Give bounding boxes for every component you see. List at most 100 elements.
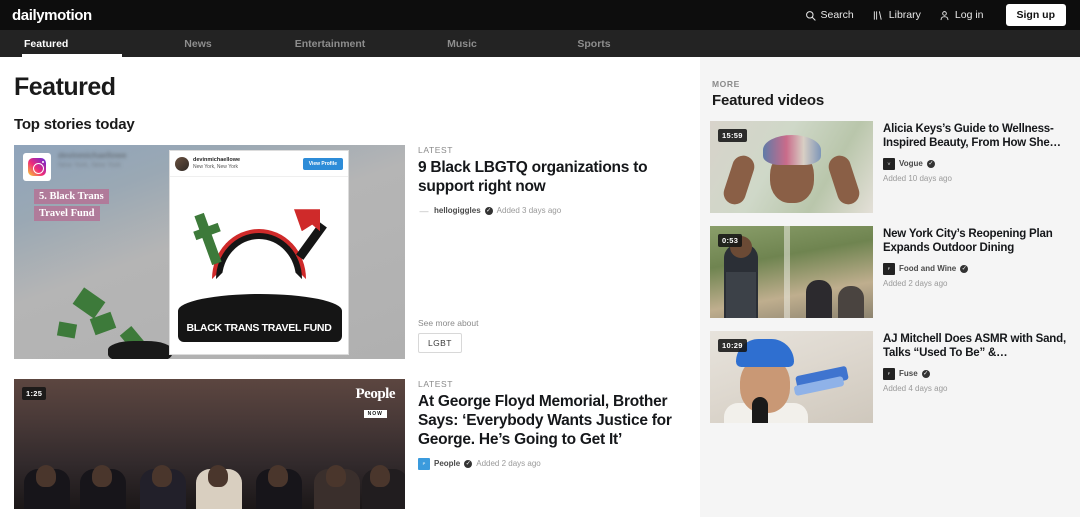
crowd-figure-head: [370, 465, 390, 487]
video-meta: F Fuse ✓: [883, 367, 1070, 380]
channel-name[interactable]: People: [434, 459, 460, 468]
thumbnail-overlay-caption: 5. Black Trans Travel Fund: [34, 189, 109, 221]
login-button[interactable]: Log in: [939, 9, 984, 21]
instagram-post-identity: devinmichaellowe New York, New York: [193, 156, 240, 171]
channel-avatar: P: [418, 457, 430, 470]
video-meta: V Vogue ✓: [883, 157, 1070, 170]
channel-name[interactable]: Fuse: [899, 369, 918, 378]
section-title-top-stories: Top stories today: [14, 116, 135, 133]
topic-tag-lgbt[interactable]: LGBT: [418, 333, 462, 353]
channel-name[interactable]: Food and Wine: [899, 264, 956, 273]
page-title: Featured: [14, 73, 116, 101]
tab-news[interactable]: News: [132, 30, 264, 57]
view-profile-button[interactable]: View Profile: [302, 158, 343, 170]
video-thumbnail[interactable]: 0:53: [710, 226, 873, 318]
top-header-bar: dailymotion Search Library Log in Sign u…: [0, 0, 1080, 30]
blurred-location-text: New York, New York: [58, 162, 122, 169]
video-title[interactable]: Alicia Keys’s Guide to Wellness-Inspired…: [883, 122, 1070, 151]
video-added-time: Added 4 days ago: [883, 383, 948, 393]
tab-entertainment[interactable]: Entertainment: [264, 30, 396, 57]
story-headline[interactable]: At George Floyd Memorial, Brother Says: …: [418, 393, 686, 450]
artwork-band-text: BLACK TRANS TRAVEL FUND: [186, 322, 332, 335]
login-label: Log in: [954, 9, 984, 21]
instagram-glyph: [28, 158, 46, 176]
background-figure: [806, 280, 832, 318]
avatar: [175, 156, 189, 171]
verified-badge-icon: ✓: [960, 264, 969, 273]
watermark-main-text: People: [355, 386, 396, 402]
video-added-time: Added 2 days ago: [883, 278, 948, 288]
story-headline[interactable]: 9 Black LBGTQ organizations to support r…: [418, 159, 686, 197]
crowd-figure-head: [268, 465, 288, 487]
story-item[interactable]: 1:25 People NOW LATEST At George Floyd M…: [14, 379, 686, 509]
video-added-time: Added 10 days ago: [883, 173, 952, 183]
channel-avatar: —: [419, 205, 429, 216]
dailymotion-logo[interactable]: dailymotion: [12, 7, 92, 24]
instagram-icon: [23, 153, 51, 181]
story-added-time: Added 3 days ago: [496, 206, 562, 216]
background-figure: [838, 286, 864, 318]
story-item[interactable]: devinmichaellowe New York, New York 5. B…: [14, 145, 686, 359]
list-item[interactable]: 15:59 Alicia Keys’s Guide to Wellness-In…: [710, 121, 1070, 213]
library-button[interactable]: Library: [872, 9, 921, 21]
header-nav: Search Library Log in Sign up: [805, 4, 1066, 26]
list-item[interactable]: 10:29 AJ Mitchell Does ASMR with Sand, T…: [710, 331, 1070, 423]
search-button[interactable]: Search: [805, 9, 854, 21]
category-nav: Featured News Entertainment Music Sports: [0, 30, 1080, 57]
transgender-symbol-arrow: [294, 209, 320, 232]
verified-badge-icon: ✓: [926, 159, 935, 168]
crowd-figure-head: [152, 465, 172, 487]
artwork-text-band: [178, 294, 342, 343]
verified-badge-icon: ✓: [921, 369, 930, 378]
library-icon: [872, 10, 884, 21]
channel-avatar: V: [883, 157, 895, 170]
instagram-username: devinmichaellowe: [193, 157, 241, 163]
story-added-time: Added 2 days ago: [476, 459, 541, 469]
sidebar-more-label: MORE: [712, 79, 740, 89]
channel-name[interactable]: hellogiggles: [434, 206, 481, 215]
story-meta: — hellogiggles ✓ Added 3 days ago: [418, 205, 686, 217]
people-now-watermark: People NOW: [355, 386, 396, 420]
story-info: LATEST At George Floyd Memorial, Brother…: [413, 379, 686, 509]
list-item[interactable]: 0:53 New York City’s Reopening Plan Expa…: [710, 226, 1070, 318]
video-info: AJ Mitchell Does ASMR with Sand, Talks “…: [883, 331, 1070, 423]
duration-badge: 0:53: [718, 234, 743, 247]
video-thumbnail[interactable]: 10:29: [710, 331, 873, 423]
video-info: New York City’s Reopening Plan Expands O…: [883, 226, 1070, 318]
instagram-post-artwork: BLACK TRANS TRAVEL FUND: [170, 177, 348, 353]
video-title[interactable]: New York City’s Reopening Plan Expands O…: [883, 227, 1070, 256]
story-info: LATEST 9 Black LBGTQ organizations to su…: [413, 145, 686, 359]
story-thumbnail[interactable]: 1:25 People NOW: [14, 379, 405, 509]
tab-sports[interactable]: Sports: [528, 30, 660, 57]
video-meta: F Food and Wine ✓: [883, 262, 1070, 275]
channel-name[interactable]: Vogue: [899, 159, 923, 168]
overlay-line-1: 5. Black Trans: [34, 189, 109, 204]
channel-avatar: F: [883, 262, 895, 275]
crowd-illustration: [14, 435, 405, 509]
figure-apron: [726, 272, 756, 318]
story-meta: P People ✓ Added 2 days ago: [418, 457, 686, 470]
library-label: Library: [888, 9, 921, 21]
video-info: Alicia Keys’s Guide to Wellness-Inspired…: [883, 121, 1070, 213]
overlay-line-2: Travel Fund: [34, 206, 100, 221]
tab-featured[interactable]: Featured: [12, 30, 132, 57]
story-label-latest: LATEST: [418, 145, 454, 155]
story-thumbnail[interactable]: devinmichaellowe New York, New York 5. B…: [14, 145, 405, 359]
blurred-username-text: devinmichaellowe: [58, 151, 127, 160]
instagram-location: New York, New York: [193, 164, 239, 171]
duration-badge: 10:29: [718, 339, 747, 352]
crowd-figure-head: [326, 465, 346, 487]
instagram-post-card: devinmichaellowe New York, New York View…: [169, 150, 349, 355]
duration-badge: 1:25: [22, 387, 47, 400]
sidebar-title: Featured videos: [712, 92, 825, 109]
see-more-section: See more about LGBT: [418, 318, 686, 359]
search-label: Search: [820, 9, 854, 21]
user-icon: [939, 10, 950, 21]
tab-music[interactable]: Music: [396, 30, 528, 57]
figure-headwrap: [762, 135, 821, 165]
verified-badge-icon: ✓: [484, 206, 493, 215]
video-thumbnail[interactable]: 15:59: [710, 121, 873, 213]
signup-button[interactable]: Sign up: [1005, 4, 1066, 26]
video-title[interactable]: AJ Mitchell Does ASMR with Sand, Talks “…: [883, 332, 1070, 361]
crowd-figure-head: [208, 465, 228, 487]
